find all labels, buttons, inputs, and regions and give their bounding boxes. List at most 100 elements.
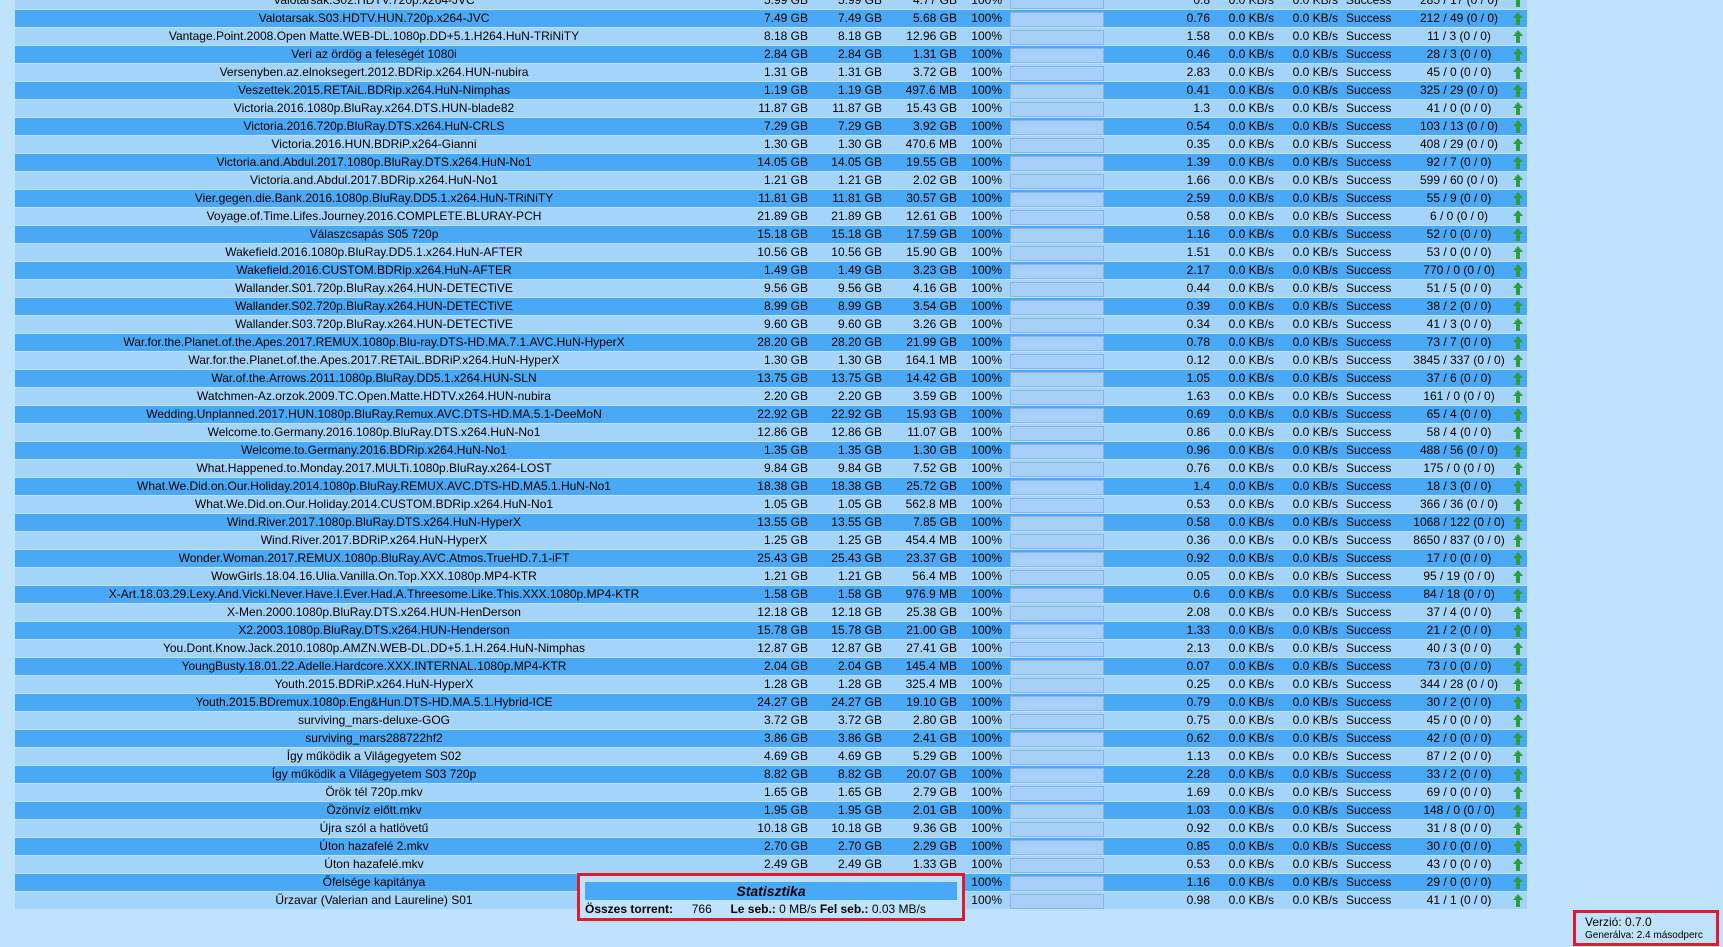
torrent-name: Welcome.to.Germany.2016.1080p.BluRay.DTS… [15, 423, 733, 442]
torrent-name: Watchmen-Az.orzok.2009.TC.Open.Matte.HDT… [15, 387, 733, 406]
upload-arrow-icon[interactable] [1513, 156, 1523, 170]
torrent-peers: 175 / 0 (0 / 0) [1409, 459, 1509, 478]
upload-arrow-icon[interactable] [1513, 534, 1523, 548]
upload-arrow-icon[interactable] [1513, 642, 1523, 656]
upload-arrow-icon[interactable] [1513, 30, 1523, 44]
upload-arrow-icon[interactable] [1513, 174, 1523, 188]
torrent-uploaded: 21.99 GB [886, 333, 961, 352]
upload-arrow-icon[interactable] [1513, 768, 1523, 782]
progress-bar-fill [1010, 641, 1104, 657]
torrent-uploaded: 3.92 GB [886, 117, 961, 136]
upload-arrow-icon[interactable] [1513, 84, 1523, 98]
torrent-progress-bar [1006, 135, 1106, 154]
upload-arrow-icon[interactable] [1513, 138, 1523, 152]
upload-arrow-icon[interactable] [1513, 732, 1523, 746]
upload-arrow-icon[interactable] [1513, 336, 1523, 350]
torrent-progress-bar [1006, 207, 1106, 226]
progress-bar-fill [1010, 299, 1104, 315]
torrent-progress-bar [1006, 297, 1106, 316]
progress-bar-fill [1010, 479, 1104, 495]
upload-arrow-icon[interactable] [1513, 588, 1523, 602]
upload-arrow-icon[interactable] [1513, 660, 1523, 674]
upload-arrow-icon[interactable] [1513, 246, 1523, 260]
upload-arrow-icon[interactable] [1513, 318, 1523, 332]
upload-arrow-icon[interactable] [1513, 894, 1523, 908]
torrent-upload-icon [1509, 207, 1527, 226]
upload-arrow-icon[interactable] [1513, 66, 1523, 80]
upload-arrow-icon[interactable] [1513, 498, 1523, 512]
table-row: Versenyben.az.elnoksegert.2012.BDRip.x26… [15, 63, 1527, 82]
upload-arrow-icon[interactable] [1513, 822, 1523, 836]
upload-arrow-icon[interactable] [1513, 192, 1523, 206]
upload-arrow-icon[interactable] [1513, 264, 1523, 278]
upload-arrow-icon[interactable] [1513, 354, 1523, 368]
upload-arrow-icon[interactable] [1513, 300, 1523, 314]
upload-arrow-icon[interactable] [1513, 840, 1523, 854]
upload-arrow-icon[interactable] [1513, 228, 1523, 242]
table-row: WowGirls.18.04.16.Ulia.Vanilla.On.Top.XX… [15, 567, 1527, 586]
torrent-uploaded: 976.9 MB [886, 585, 961, 604]
upload-arrow-icon[interactable] [1513, 210, 1523, 224]
upload-arrow-icon[interactable] [1513, 678, 1523, 692]
torrent-progress-bar [1006, 333, 1106, 352]
torrent-status: Success [1342, 405, 1409, 424]
torrent-percent: 100% [961, 315, 1006, 334]
upload-arrow-icon[interactable] [1513, 516, 1523, 530]
upload-arrow-icon[interactable] [1513, 462, 1523, 476]
upload-arrow-icon[interactable] [1513, 372, 1523, 386]
torrent-downloaded: 24.27 GB [812, 693, 886, 712]
torrent-upload-speed: 0.0 KB/s [1278, 549, 1342, 568]
upload-arrow-icon[interactable] [1513, 624, 1523, 638]
statistics-panel: Statisztika Összes torrent: 766 Le seb.:… [577, 873, 965, 921]
upload-arrow-icon[interactable] [1513, 426, 1523, 440]
torrent-uploaded: 12.96 GB [886, 27, 961, 46]
upload-arrow-icon[interactable] [1513, 552, 1523, 566]
table-row: Wonder.Woman.2017.REMUX.1080p.BluRay.AVC… [15, 549, 1527, 568]
torrent-uploaded: 23.37 GB [886, 549, 961, 568]
torrent-download-speed: 0.0 KB/s [1214, 63, 1278, 82]
upload-arrow-icon[interactable] [1513, 804, 1523, 818]
torrent-ratio: 1.69 [1106, 783, 1214, 802]
upload-arrow-icon[interactable] [1513, 570, 1523, 584]
torrent-downloaded: 28.20 GB [812, 333, 886, 352]
progress-bar-fill [1010, 659, 1104, 675]
torrent-name: Wind.River.2017.BDRiP.x264.HuN-HyperX [15, 531, 733, 550]
upload-arrow-icon[interactable] [1513, 606, 1523, 620]
upload-arrow-icon[interactable] [1513, 390, 1523, 404]
upload-arrow-icon[interactable] [1513, 750, 1523, 764]
upload-arrow-icon[interactable] [1513, 480, 1523, 494]
upload-arrow-icon[interactable] [1513, 876, 1523, 890]
upload-arrow-icon[interactable] [1513, 102, 1523, 116]
torrent-name: What.We.Did.on.Our.Holiday.2014.CUSTOM.B… [15, 495, 733, 514]
torrent-percent: 100% [961, 621, 1006, 640]
torrent-peers: 29 / 0 (0 / 0) [1409, 873, 1509, 892]
torrent-status: Success [1342, 585, 1409, 604]
progress-bar-fill [1010, 47, 1104, 63]
upload-arrow-icon[interactable] [1513, 120, 1523, 134]
torrent-ratio: 0.8 [1106, 0, 1214, 10]
upload-arrow-icon[interactable] [1513, 786, 1523, 800]
torrent-ratio: 0.54 [1106, 117, 1214, 136]
upload-arrow-icon[interactable] [1513, 714, 1523, 728]
progress-bar-fill [1010, 227, 1104, 243]
upload-arrow-icon[interactable] [1513, 858, 1523, 872]
torrent-download-speed: 0.0 KB/s [1214, 477, 1278, 496]
torrent-downloaded: 12.18 GB [812, 603, 886, 622]
torrent-progress-bar [1006, 387, 1106, 406]
upload-arrow-icon[interactable] [1513, 0, 1523, 8]
torrent-size: 21.89 GB [733, 207, 812, 226]
torrent-name: Wedding.Unplanned.2017.HUN.1080p.BluRay.… [15, 405, 733, 424]
upload-arrow-icon[interactable] [1513, 12, 1523, 26]
upload-arrow-icon[interactable] [1513, 696, 1523, 710]
torrent-percent: 100% [961, 171, 1006, 190]
progress-bar-fill [1010, 407, 1104, 423]
upload-arrow-icon[interactable] [1513, 282, 1523, 296]
upload-arrow-icon[interactable] [1513, 408, 1523, 422]
upload-arrow-icon[interactable] [1513, 444, 1523, 458]
torrent-download-speed: 0.0 KB/s [1214, 153, 1278, 172]
torrent-size: 1.21 GB [733, 171, 812, 190]
upload-arrow-icon[interactable] [1513, 48, 1523, 62]
torrent-peers: 45 / 0 (0 / 0) [1409, 711, 1509, 730]
table-row: Wedding.Unplanned.2017.HUN.1080p.BluRay.… [15, 405, 1527, 424]
torrent-percent: 100% [961, 477, 1006, 496]
